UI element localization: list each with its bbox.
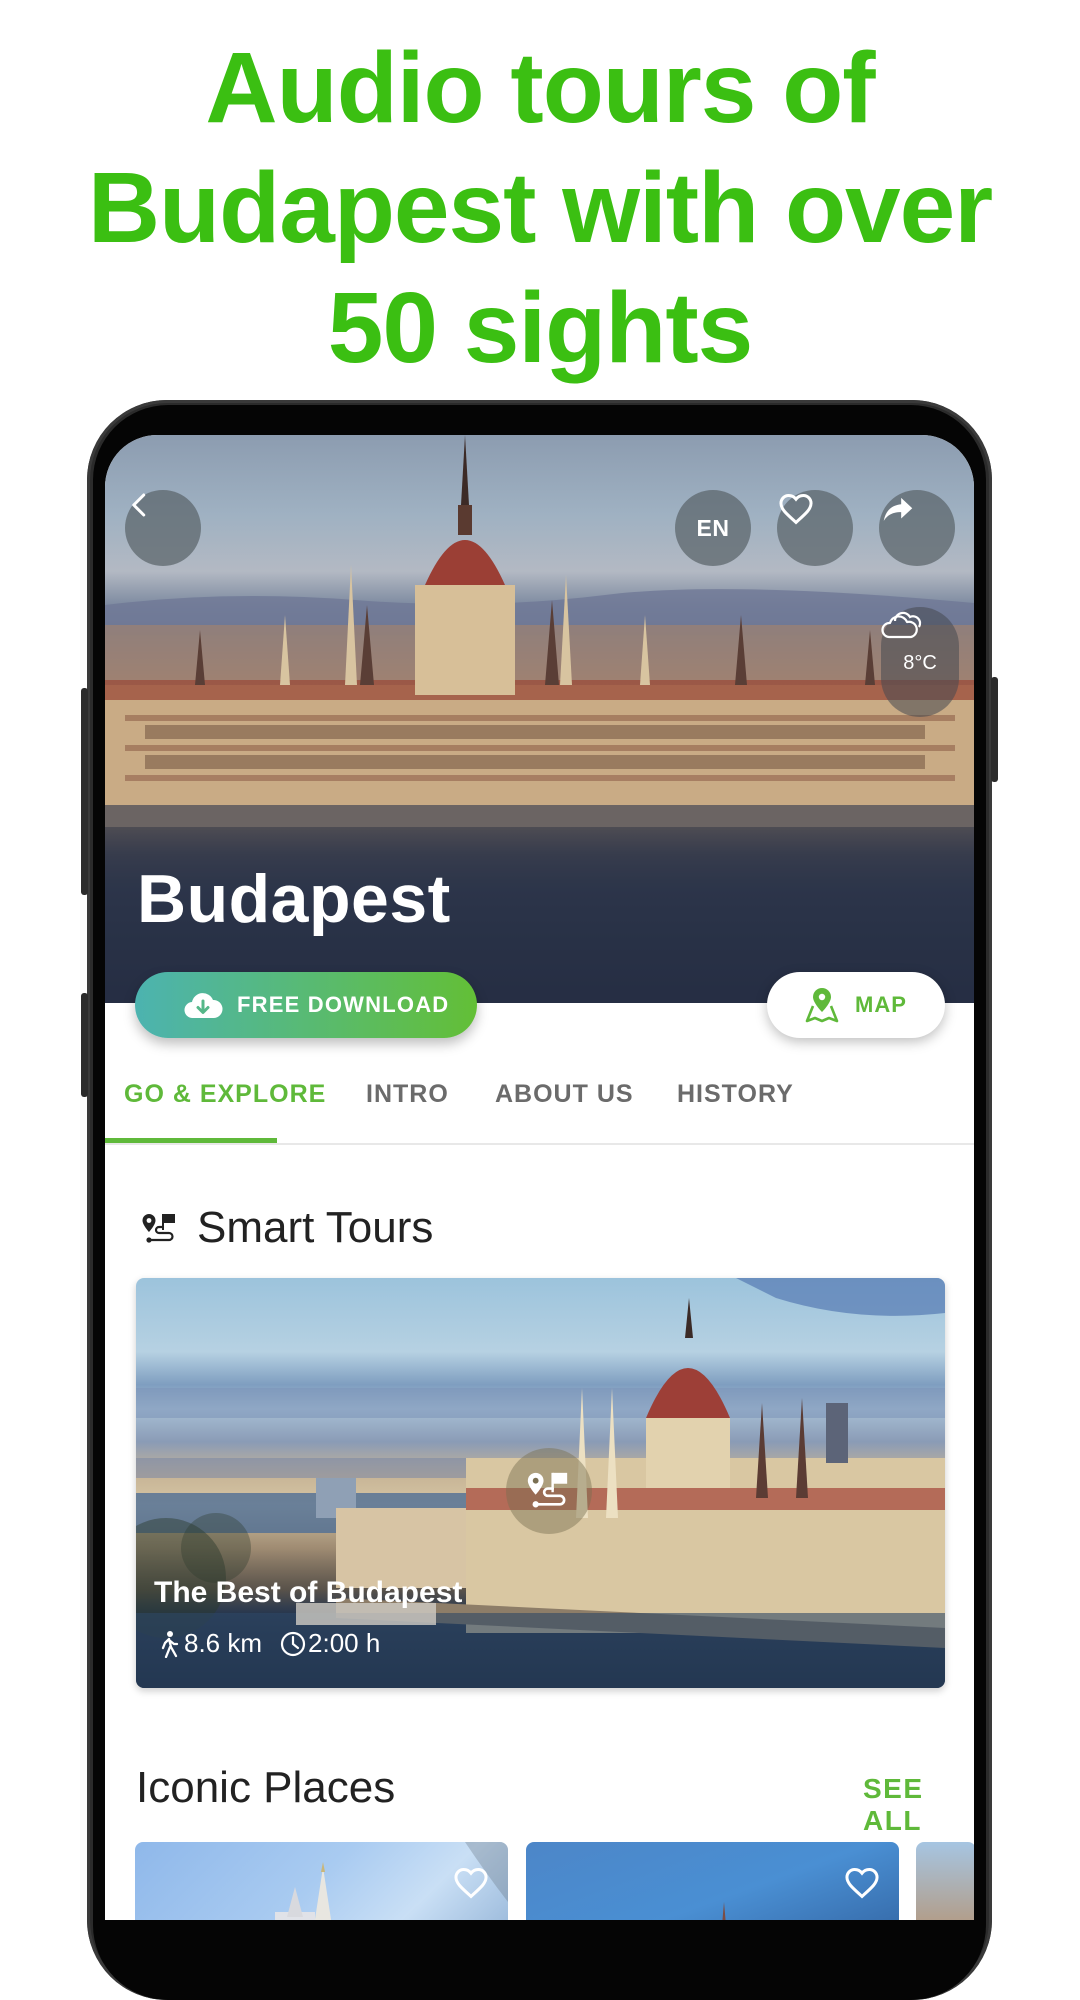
share-button[interactable] (879, 490, 955, 566)
map-button[interactable]: MAP (767, 972, 945, 1038)
smart-tours-heading: Smart Tours (197, 1203, 434, 1252)
headline-line: 50 sights (327, 272, 754, 384)
headline-line: Audio tours of (205, 32, 875, 144)
tour-name: The Best of Budapest (154, 1576, 463, 1609)
free-download-label: FREE DOWNLOAD (237, 992, 450, 1017)
active-tab-indicator (105, 1138, 277, 1143)
language-button[interactable]: EN (675, 490, 751, 566)
place-card[interactable] (916, 1842, 974, 1920)
heart-outline-icon[interactable] (843, 1864, 881, 1902)
section-tabs: GO & EXPLORE INTRO ABOUT US HISTORY (105, 1065, 974, 1145)
favorite-button[interactable] (777, 490, 853, 566)
weather-temperature: 8°C (903, 651, 937, 674)
share-arrow-icon (883, 497, 913, 521)
city-title: Budapest (137, 861, 451, 937)
free-download-button[interactable]: FREE DOWNLOAD (135, 972, 477, 1038)
tab-about-us[interactable]: ABOUT US (495, 1080, 634, 1109)
language-label: EN (696, 514, 730, 541)
tab-history[interactable]: HISTORY (677, 1080, 794, 1109)
place-card[interactable] (135, 1842, 508, 1920)
walking-icon (161, 1630, 179, 1658)
back-button[interactable] (125, 490, 201, 566)
weather-badge[interactable]: 8°C (881, 607, 959, 717)
cloud-download-icon (184, 993, 223, 1019)
map-label: MAP (855, 992, 907, 1017)
route-icon (527, 1472, 568, 1508)
tour-route-badge (506, 1448, 592, 1534)
chevron-left-icon (132, 493, 146, 517)
heart-outline-icon (779, 494, 813, 525)
map-pin-icon (805, 988, 839, 1023)
phone-volume-up-button (81, 688, 88, 895)
place-card[interactable] (526, 1842, 899, 1920)
tour-duration: 2:00 h (280, 1628, 380, 1659)
tour-meta: 8.6 km 2:00 h (158, 1628, 398, 1659)
tour-duration-value: 2:00 h (308, 1628, 381, 1658)
iconic-places-heading: Iconic Places (136, 1763, 396, 1812)
route-icon (142, 1214, 175, 1243)
promo-headline: Audio tours of Budapest with over 50 sig… (0, 28, 1080, 388)
see-all-link[interactable]: SEE ALL (863, 1773, 974, 1837)
headline-line: Budapest with over (87, 152, 993, 264)
heart-outline-icon[interactable] (452, 1864, 490, 1902)
tab-intro[interactable]: INTRO (366, 1080, 449, 1109)
app-screen: EN 8°C Budapest FREE DOWNLOAD MAP GO & E… (105, 435, 974, 1920)
clock-icon (280, 1631, 306, 1656)
phone-volume-down-button (81, 993, 88, 1097)
tour-distance: 8.6 km (158, 1628, 262, 1659)
tour-distance-value: 8.6 km (184, 1628, 263, 1658)
tour-card[interactable]: The Best of Budapest 8.6 km 2:00 h (136, 1278, 945, 1688)
cloudy-icon (881, 611, 922, 639)
tab-go-explore[interactable]: GO & EXPLORE (124, 1080, 326, 1109)
hero-image: EN 8°C Budapest (105, 435, 974, 1003)
phone-power-button (991, 677, 998, 782)
